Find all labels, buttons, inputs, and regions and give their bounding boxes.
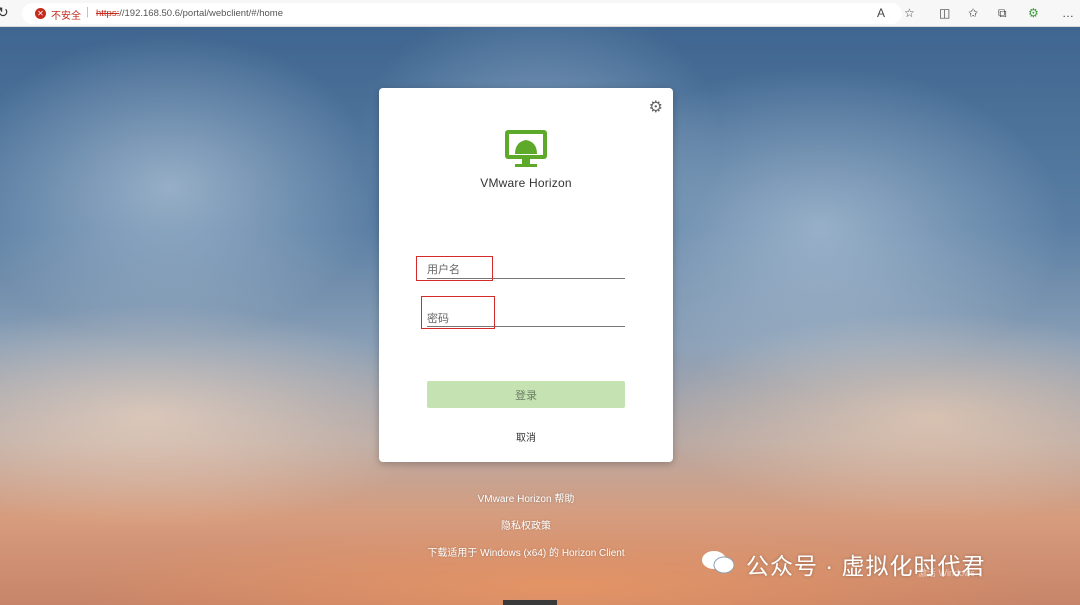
vmware-footer-logo bbox=[503, 600, 557, 605]
product-title: VMware Horizon bbox=[480, 176, 572, 190]
activate-windows-text: 激活 Windows bbox=[918, 568, 976, 578]
reload-icon[interactable]: ↻ bbox=[0, 4, 9, 21]
login-button[interactable]: 登录 bbox=[427, 381, 625, 408]
split-screen-icon[interactable]: ◫ bbox=[939, 6, 950, 20]
browser-toolbar: ↻ ✕ 不安全 | https://192.168.50.6/portal/we… bbox=[0, 0, 1080, 27]
wechat-icon bbox=[702, 551, 735, 574]
cancel-link[interactable]: 取消 bbox=[379, 429, 673, 444]
read-aloud-icon[interactable]: A bbox=[877, 6, 885, 20]
security-warning-icon[interactable]: ✕ bbox=[35, 8, 46, 19]
help-link[interactable]: VMware Horizon 帮助 bbox=[0, 490, 1052, 505]
url-text[interactable]: https://192.168.50.6/portal/webclient/#/… bbox=[96, 8, 283, 19]
address-separator: | bbox=[86, 6, 89, 18]
password-input[interactable] bbox=[427, 303, 625, 327]
settings-gear-icon[interactable]: ⚙ bbox=[649, 97, 663, 117]
address-bar[interactable]: ✕ 不安全 | https://192.168.50.6/portal/webc… bbox=[22, 3, 902, 24]
username-input[interactable] bbox=[427, 255, 625, 279]
url-scheme: https: bbox=[96, 8, 120, 19]
favorites-icon[interactable]: ✩ bbox=[968, 6, 978, 20]
collections-icon[interactable]: ⧉ bbox=[998, 6, 1007, 21]
url-path: //192.168.50.6/portal/webclient/#/home bbox=[119, 8, 283, 19]
insecure-label[interactable]: 不安全 bbox=[51, 7, 81, 22]
favorite-star-icon[interactable]: ☆ bbox=[904, 6, 915, 20]
more-menu-icon[interactable]: … bbox=[1062, 6, 1074, 20]
vmware-horizon-logo-icon bbox=[505, 130, 547, 167]
privacy-policy-link[interactable]: 隐私权政策 bbox=[0, 517, 1052, 532]
login-card: ⚙ VMware Horizon 登录 取消 bbox=[379, 88, 673, 462]
extension-icon[interactable]: ⚙ bbox=[1028, 6, 1039, 20]
